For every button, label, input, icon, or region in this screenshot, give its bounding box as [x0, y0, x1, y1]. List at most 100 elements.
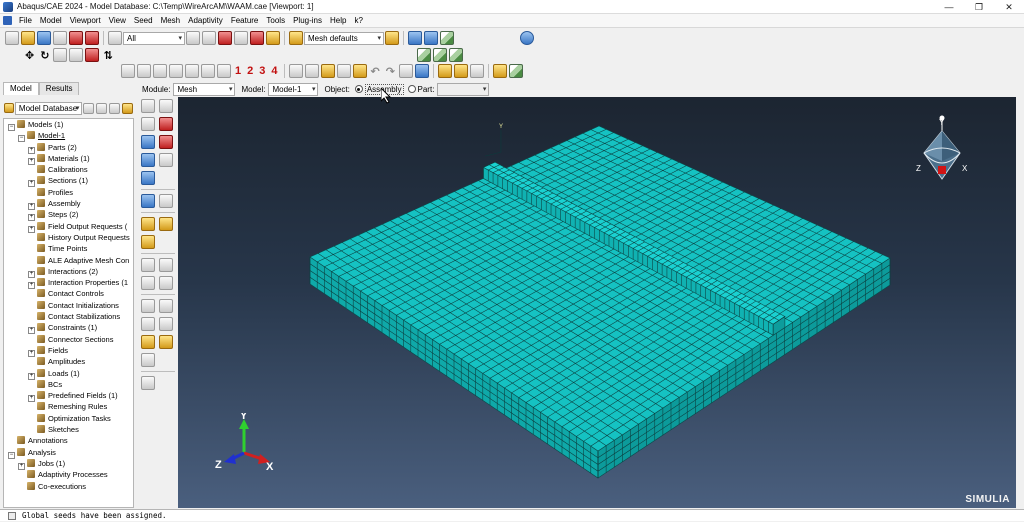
tree-item[interactable]: Contact Stabilizations	[4, 311, 133, 322]
mesh-controls-icon[interactable]	[159, 153, 173, 167]
create-element-icon[interactable]	[141, 276, 155, 290]
tree-item[interactable]: + Interactions (2)	[4, 266, 133, 278]
tree-item[interactable]: History Output Requests	[4, 232, 133, 243]
view-zx-icon[interactable]	[153, 64, 167, 78]
undo-delete-icon[interactable]	[69, 31, 83, 45]
create-set-icon[interactable]	[141, 335, 155, 349]
tab-results[interactable]: Results	[38, 82, 80, 95]
tree-item[interactable]: + Loads (1)	[4, 368, 133, 380]
edit-mesh-icon[interactable]	[141, 258, 155, 272]
viewport-2-button[interactable]: 2	[247, 65, 253, 77]
view-iso3-icon[interactable]	[217, 64, 231, 78]
datum-plane-icon[interactable]	[159, 317, 173, 331]
view-back-icon[interactable]	[432, 48, 447, 62]
tree-item[interactable]: + Interaction Properties (1	[4, 277, 133, 290]
selection-options-icon[interactable]	[186, 31, 200, 45]
redo-view-icon[interactable]: ↷	[386, 65, 395, 78]
tree-item[interactable]: − Model-1	[4, 130, 133, 143]
viewport-options-icon[interactable]	[414, 64, 429, 78]
tree-item[interactable]: Adaptivity Processes	[4, 469, 133, 480]
menu-viewport[interactable]: Viewport	[66, 16, 105, 25]
select-query-icon[interactable]	[266, 31, 280, 45]
tree-item[interactable]: + Fields	[4, 345, 133, 357]
tree-item[interactable]: Annotations	[4, 435, 133, 446]
partition-cell-icon[interactable]	[159, 217, 173, 231]
view-xy-icon[interactable]	[121, 64, 135, 78]
element-type-icon[interactable]	[141, 171, 155, 185]
tools-color-icon[interactable]	[492, 64, 507, 78]
tree-item[interactable]: + Jobs (1)	[4, 458, 133, 470]
close-button[interactable]: ✕	[994, 0, 1024, 14]
meshed-assembly[interactable]: Y	[178, 97, 1016, 508]
tree-highlight-icon[interactable]	[122, 102, 133, 114]
tree-item[interactable]: − Analysis	[4, 447, 133, 459]
zoom-icon[interactable]	[53, 48, 68, 62]
select-polygon-icon[interactable]	[250, 31, 264, 45]
selection-filter-combo[interactable]: All ▾	[123, 31, 185, 45]
tree-item[interactable]: BCs	[4, 379, 133, 390]
rotate-icon[interactable]: ↻	[40, 49, 49, 62]
mesh-region-icon[interactable]	[141, 153, 155, 167]
save-icon[interactable]	[37, 31, 51, 45]
menu-view[interactable]: View	[105, 16, 130, 25]
tree-item[interactable]: + Steps (2)	[4, 209, 133, 222]
menu-feature[interactable]: Feature	[227, 16, 263, 25]
tree-item[interactable]: Remeshing Rules	[4, 401, 133, 412]
tree-item[interactable]: + Materials (1)	[4, 153, 133, 165]
view-iso1-icon[interactable]	[185, 64, 199, 78]
model-tree[interactable]: − Models (1) − Model-1 + Parts (2) + Materials …	[3, 118, 134, 508]
delete-seeds-icon[interactable]	[159, 117, 173, 131]
info-icon[interactable]	[520, 31, 534, 45]
menu-plugins[interactable]: Plug-ins	[289, 16, 326, 25]
create-node-icon[interactable]	[159, 258, 173, 272]
view-left-icon[interactable]	[448, 48, 463, 62]
tab-model[interactable]: Model	[3, 82, 39, 95]
virtual-topology-icon[interactable]	[141, 235, 155, 249]
tree-item[interactable]: Calibrations	[4, 164, 133, 175]
tree-item[interactable]: + Parts (2)	[4, 142, 133, 154]
viewport-menu-icon[interactable]	[3, 16, 12, 25]
viewport-1[interactable]: Y Y Z X Y Z X SIMULIA	[178, 97, 1016, 508]
part-radio[interactable]	[407, 85, 416, 93]
open-folder-icon[interactable]	[21, 31, 35, 45]
tree-item[interactable]: − Models (1)	[4, 119, 133, 131]
tree-item[interactable]: + Field Output Requests (	[4, 221, 133, 233]
mesh-smooth-icon[interactable]	[159, 276, 173, 290]
display-group-manager-icon[interactable]	[453, 64, 468, 78]
seed-instance-icon[interactable]	[141, 117, 155, 131]
tree-filter-icon[interactable]	[83, 102, 95, 114]
render-wire-icon[interactable]	[288, 64, 303, 78]
query-tool-icon[interactable]	[352, 64, 367, 78]
render-shaded-icon[interactable]	[320, 64, 335, 78]
tree-item[interactable]: Co-executions	[4, 481, 133, 492]
tree-item[interactable]: + Sections (1)	[4, 175, 133, 188]
module-combo[interactable]: Mesh ▾	[173, 82, 236, 96]
render-mesh-icon[interactable]	[336, 64, 351, 78]
tree-item[interactable]: Contact Controls	[4, 288, 133, 299]
tree-item[interactable]: + Predefined Fields (1)	[4, 390, 133, 403]
undo-view-icon[interactable]: ↶	[371, 65, 380, 78]
model-combo[interactable]: Model-1 ▾	[268, 82, 319, 96]
render-style-icon[interactable]	[440, 31, 454, 45]
viewport-4-button[interactable]: 4	[271, 65, 277, 77]
datum-point-icon[interactable]	[159, 299, 173, 313]
display-group-create-icon[interactable]	[437, 64, 452, 78]
message-area-icon[interactable]	[8, 512, 16, 520]
cycle-views-icon[interactable]: ⇅	[103, 49, 112, 62]
display-group-icon[interactable]	[289, 31, 303, 45]
menu-mesh[interactable]: Mesh	[157, 16, 185, 25]
menu-file[interactable]: File	[15, 16, 36, 25]
tree-item[interactable]: Sketches	[4, 424, 133, 435]
new-file-icon[interactable]	[5, 31, 19, 45]
view-iso-icon[interactable]	[424, 31, 438, 45]
job-icon[interactable]	[85, 31, 99, 45]
verify-mesh-icon[interactable]	[141, 194, 155, 208]
partition-face-icon[interactable]	[141, 217, 155, 231]
tree-item[interactable]: + Assembly	[4, 198, 133, 211]
view-triad[interactable]: Y Z X	[916, 113, 976, 193]
pan-icon[interactable]: ✥	[25, 49, 34, 62]
triad-origin[interactable]	[938, 166, 946, 174]
mesh-adaptivity-icon[interactable]	[141, 376, 155, 390]
datum-csys-icon[interactable]	[141, 299, 155, 313]
tree-item[interactable]: Connector Sections	[4, 334, 133, 345]
